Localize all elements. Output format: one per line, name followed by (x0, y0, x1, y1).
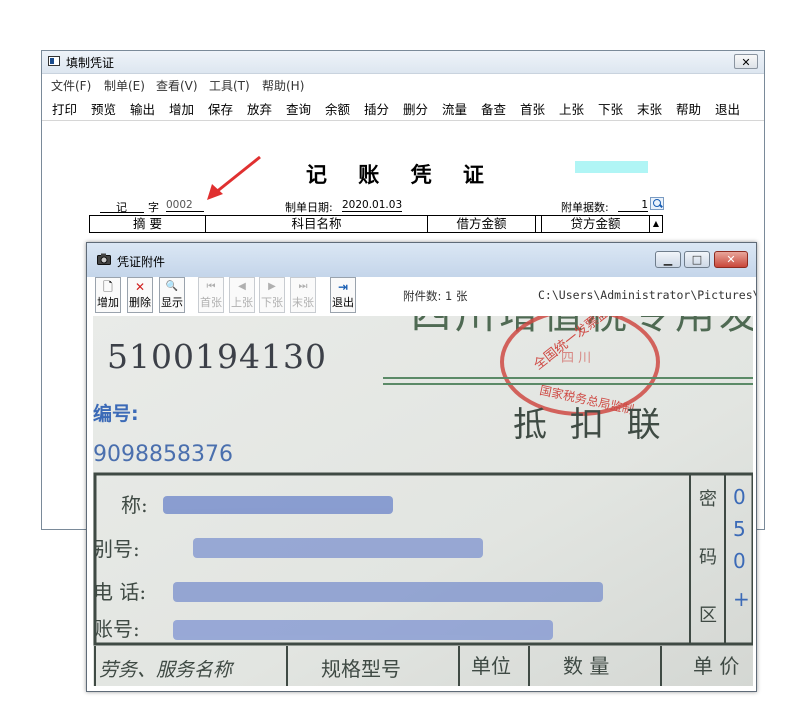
attachment-window-title: 凭证附件 (117, 255, 166, 269)
show-attachment-button[interactable]: 🔍 显示 (159, 277, 185, 313)
buyer-phone-label: 电 话: (93, 580, 146, 604)
cipher-label-1: 密 (699, 489, 717, 510)
title-bar[interactable]: 填制凭证 ✕ (42, 51, 764, 74)
toolbar-print[interactable]: 打印 (52, 99, 77, 118)
item-spec-header: 规格型号 (321, 657, 401, 681)
svg-text:5: 5 (733, 517, 746, 541)
toolbar-delete-line[interactable]: 删分 (403, 99, 428, 118)
search-icon[interactable] (650, 197, 664, 210)
toolbar-cashflow[interactable]: 流量 (442, 99, 467, 118)
first-attachment-button[interactable]: ⏮ 首张 (198, 277, 224, 313)
last-attachment-button[interactable]: ⏭ 末张 (290, 277, 316, 313)
toolbar-memo[interactable]: 备查 (481, 99, 506, 118)
attachment-count: 附件数: 1 张 (403, 289, 468, 303)
close-button[interactable]: ✕ (734, 54, 758, 69)
cipher-label-2: 码 (699, 547, 717, 568)
main-toolbar: 打印 预览 输出 增加 保存 放弃 查询 余额 插分 删分 流量 备查 首张 上… (42, 94, 764, 121)
minimize-button[interactable]: ▁ (655, 251, 681, 268)
toolbar-add[interactable]: 增加 (169, 99, 194, 118)
voucher-grid-header: 摘 要 科目名称 借方金额 贷方金额 ▲ (89, 215, 663, 233)
menu-help[interactable]: 帮助(H) (262, 77, 304, 94)
svg-text:0: 0 (733, 485, 746, 509)
menu-bar: 文件(F) 制单(E) 查看(V) 工具(T) 帮助(H) (42, 74, 764, 94)
close-button[interactable]: ✕ (714, 251, 748, 268)
invoice-number: 9098858376 (93, 442, 233, 467)
item-unit-header: 单位 (471, 654, 511, 678)
toolbar-preview[interactable]: 预览 (91, 99, 116, 118)
invoice-photo: 四川增值税专用发票 全国统一发票监制章 四 川 国家税务总局监制 5100194… (93, 316, 753, 686)
toolbar-last[interactable]: 末张 (637, 99, 662, 118)
invoice-deduction-label: 抵 扣 联 (513, 405, 667, 445)
attach-count[interactable]: 1 (618, 199, 648, 212)
menu-file[interactable]: 文件(F) (51, 77, 91, 94)
toolbar-save[interactable]: 保存 (208, 99, 233, 118)
buyer-name-label: 称: (121, 493, 148, 517)
menu-tools[interactable]: 工具(T) (209, 77, 250, 94)
toolbar-previous[interactable]: 上张 (559, 99, 584, 118)
toolbar-balance[interactable]: 余额 (325, 99, 350, 118)
next-icon: ▶ (268, 281, 276, 292)
last-icon: ⏭ (298, 281, 308, 292)
highlight-field[interactable] (575, 161, 648, 173)
date-label: 制单日期: (285, 201, 333, 214)
voucher-type[interactable]: 记 (116, 199, 127, 215)
toolbar-discard[interactable]: 放弃 (247, 99, 272, 118)
toolbar-first[interactable]: 首张 (520, 99, 545, 118)
window-title: 填制凭证 (66, 56, 115, 70)
toolbar-export[interactable]: 输出 (130, 99, 155, 118)
voucher-number[interactable]: 0002 (166, 199, 204, 212)
menu-view[interactable]: 查看(V) (156, 77, 198, 94)
toolbar-next[interactable]: 下张 (598, 99, 623, 118)
cipher-label-3: 区 (699, 605, 717, 626)
exit-door-icon: ⇥ (337, 280, 349, 294)
exit-attachment-button[interactable]: ⇥ 退出 (330, 277, 356, 313)
voucher-date[interactable]: 2020.01.03 (342, 199, 403, 212)
invoice-code: 5100194130 (107, 337, 327, 376)
buyer-account-label: 账号: (93, 617, 140, 641)
next-attachment-button[interactable]: ▶ 下张 (259, 277, 285, 313)
toolbar-help[interactable]: 帮助 (676, 99, 701, 118)
prev-icon: ◀ (238, 281, 246, 292)
delete-x-icon: ✕ (134, 280, 146, 294)
prev-attachment-button[interactable]: ◀ 上张 (229, 277, 255, 313)
voucher-zi-label: 字 (148, 201, 159, 214)
delete-attachment-button[interactable]: ✕ 删除 (127, 277, 153, 313)
col-account: 科目名称 (206, 216, 428, 232)
col-debit: 借方金额 (428, 216, 536, 232)
voucher-title: 记 账 凭 证 (306, 163, 496, 187)
toolbar-insert-line[interactable]: 插分 (364, 99, 389, 118)
maximize-button[interactable]: □ (684, 251, 710, 268)
add-attachment-button[interactable]: 🗋 增加 (95, 277, 121, 313)
svg-text:0: 0 (733, 549, 746, 573)
first-icon: ⏮ (206, 281, 216, 292)
toolbar-query[interactable]: 查询 (286, 99, 311, 118)
attachment-path: C:\Users\Administrator\Pictures\SO[ (538, 288, 757, 302)
add-page-icon: 🗋 (103, 280, 113, 294)
view-magnifier-icon: 🔍 (165, 281, 179, 292)
attachment-window: 凭证附件 ▁ □ ✕ 🗋 增加 ✕ 删除 🔍 显示 ⏮ 首张 ◀ 上张 ▶ 下张 (86, 242, 757, 692)
app-window-icon (48, 56, 60, 66)
menu-edit[interactable]: 制单(E) (104, 77, 145, 94)
scroll-up-icon[interactable]: ▲ (650, 216, 662, 232)
attachment-title-bar[interactable]: 凭证附件 ▁ □ ✕ (87, 243, 756, 278)
item-price-header: 单 价 (693, 654, 739, 678)
col-summary: 摘 要 (90, 216, 206, 232)
buyer-taxid-label: 别号: (93, 537, 140, 561)
camera-icon (97, 253, 111, 265)
item-name-header: 劳务、服务名称 (99, 659, 235, 681)
svg-text:四 川: 四 川 (561, 351, 591, 366)
attachment-toolbar: 🗋 增加 ✕ 删除 🔍 显示 ⏮ 首张 ◀ 上张 ▶ 下张 ⏭ 末张 ⇥ 退出 … (87, 277, 756, 315)
col-credit: 贷方金额 (542, 216, 650, 232)
svg-text:+: + (733, 587, 750, 611)
attach-label: 附单据数: (561, 201, 609, 214)
toolbar-exit[interactable]: 退出 (715, 99, 740, 118)
invoice-code-label: 编号: (93, 402, 139, 425)
item-qty-header: 数 量 (563, 654, 609, 678)
